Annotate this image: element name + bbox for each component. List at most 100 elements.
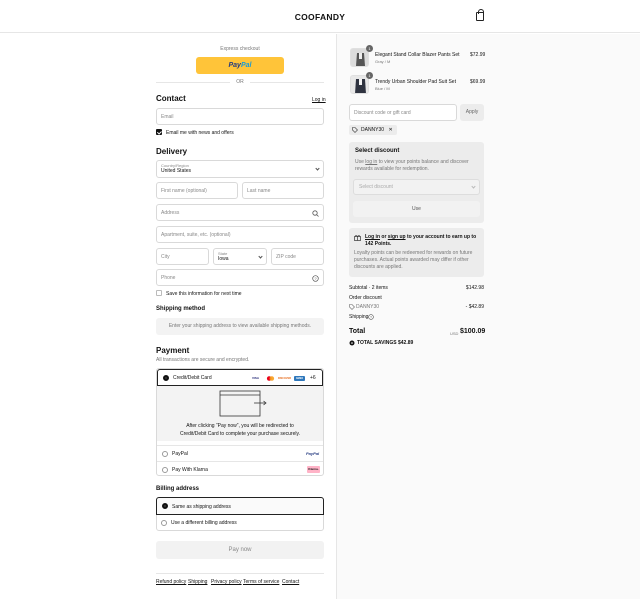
- help-icon[interactable]: ?: [312, 275, 319, 282]
- save-info-label: Save this information for next time: [166, 291, 242, 297]
- loyalty-login-link[interactable]: Log in: [365, 234, 380, 240]
- billing-different-radio[interactable]: [161, 520, 167, 526]
- discount-code-placeholder: Discount code or gift card: [354, 109, 411, 116]
- city-placeholder: City: [161, 253, 170, 260]
- footer-link-refund[interactable]: Refund policy: [156, 579, 186, 585]
- express-checkout-title: Express checkout: [220, 46, 260, 52]
- shopping-bag-icon[interactable]: [476, 9, 484, 21]
- discover-logo: DISCOVER: [278, 377, 292, 380]
- footer-link-shipping[interactable]: Shipping: [188, 579, 207, 585]
- payment-option-paypal[interactable]: PayPal PayPal: [157, 445, 323, 462]
- item-price: $69.99: [470, 79, 486, 85]
- or-divider-label: OR: [230, 79, 250, 85]
- country-value: United States: [161, 168, 192, 174]
- billing-different-option[interactable]: Use a different billing address: [157, 515, 323, 531]
- billing-title: Billing address: [156, 486, 200, 492]
- search-icon: [312, 210, 319, 217]
- total-value: $100.09: [460, 328, 486, 335]
- phone-field[interactable]: Phone ?: [156, 269, 324, 286]
- footer-link-terms[interactable]: Terms of service: [243, 579, 279, 585]
- more-cards-count: +6: [310, 375, 316, 381]
- brand-logo[interactable]: COOFANDY: [0, 12, 640, 22]
- apartment-field[interactable]: Apartment, suite, etc. (optional): [156, 226, 324, 243]
- header: COOFANDY: [0, 0, 640, 33]
- address-placeholder: Address: [161, 209, 180, 216]
- select-discount-dropdown[interactable]: Select discount: [353, 179, 480, 195]
- last-name-placeholder: Last name: [247, 187, 271, 194]
- browser-redirect-icon: [219, 390, 267, 417]
- applied-discount-code: DANNY30: [361, 127, 385, 133]
- loyalty-or: or: [381, 234, 387, 240]
- save-info-checkbox[interactable]: [156, 290, 162, 296]
- redirect-text-1: After clicking “Pay now”, you will be re…: [186, 423, 294, 429]
- order-discount-label: Order discount: [349, 295, 382, 301]
- email-placeholder: Email: [161, 113, 174, 120]
- gift-icon: [354, 235, 361, 241]
- mastercard-logo: [265, 376, 276, 381]
- login-link[interactable]: Log in: [312, 97, 326, 103]
- item-variant: Gray / M: [375, 59, 391, 64]
- savings-tag-icon: [349, 340, 355, 346]
- first-name-field[interactable]: First name (optional): [156, 182, 238, 199]
- tag-icon: [349, 304, 355, 310]
- select-discount-panel: Select discount Use log in to view your …: [349, 142, 484, 223]
- footer-link-contact[interactable]: Contact: [282, 579, 299, 585]
- zip-field[interactable]: ZIP code: [271, 248, 324, 265]
- applied-discount-chip: DANNY30 ✕: [349, 125, 397, 135]
- order-discount-value: - $42.89: [465, 304, 484, 310]
- footer-link-privacy[interactable]: Privacy policy: [211, 579, 242, 585]
- item-qty-badge: 1: [366, 45, 373, 52]
- item-variant: Blue / M: [375, 86, 390, 91]
- select-discount-login-link[interactable]: log in: [365, 159, 377, 165]
- item-name: Trendy Urban Shoulder Pad Suit Set: [375, 79, 456, 85]
- billing-same-option[interactable]: Same as shipping address: [156, 497, 324, 515]
- newsletter-label: Email me with news and offers: [166, 130, 234, 136]
- loyalty-signup-link[interactable]: sign up: [388, 234, 406, 240]
- use-discount-button[interactable]: Use: [353, 201, 480, 217]
- total-savings-label: TOTAL SAVINGS: [357, 340, 397, 346]
- total-savings-value: $42.89: [398, 340, 414, 346]
- close-icon[interactable]: ✕: [388, 127, 392, 133]
- billing-same-radio[interactable]: [162, 503, 168, 509]
- select-discount-dropdown-label: Select discount: [359, 184, 393, 190]
- city-field[interactable]: City: [156, 248, 209, 265]
- card-radio[interactable]: [163, 375, 169, 381]
- item-price: $72.99: [470, 52, 486, 58]
- paypal-express-button[interactable]: PayPal: [196, 57, 284, 74]
- billing-same-label: Same as shipping address: [172, 504, 231, 510]
- card-option-label: Credit/Debit Card: [173, 375, 212, 381]
- zip-placeholder: ZIP code: [276, 253, 296, 260]
- last-name-field[interactable]: Last name: [242, 182, 324, 199]
- country-select[interactable]: Country/Region United States: [156, 160, 324, 178]
- payment-option-card[interactable]: Credit/Debit Card VISA DISCOVER AMEX +6: [157, 369, 323, 386]
- payment-subtitle: All transactions are secure and encrypte…: [156, 357, 250, 363]
- help-icon[interactable]: ?: [368, 314, 374, 320]
- select-discount-title: Select discount: [355, 148, 400, 154]
- loyalty-note: Loyalty points can be redeemed for rewar…: [354, 250, 473, 270]
- select-discount-text: Use log in to view your points balance a…: [355, 159, 479, 173]
- subtotal-value: $142.98: [465, 285, 484, 291]
- chevron-down-icon: [471, 184, 476, 189]
- pay-now-button[interactable]: Pay now: [156, 541, 324, 559]
- klarna-logo: Klarna.: [307, 466, 320, 473]
- redirect-text-2: Credit/Debit Card to complete your purch…: [180, 431, 300, 437]
- apply-button[interactable]: Apply: [460, 104, 484, 121]
- payment-title: Payment: [156, 346, 190, 355]
- email-field[interactable]: Email: [156, 108, 324, 125]
- payment-option-klarna[interactable]: Pay With Klarna Klarna.: [157, 461, 323, 478]
- klarna-radio[interactable]: [162, 467, 168, 473]
- state-select[interactable]: State Iowa: [213, 248, 267, 265]
- paypal-option-label: PayPal: [172, 451, 188, 457]
- item-name: Elegant Stand Collar Blazer Pants Set: [375, 52, 460, 58]
- newsletter-checkbox[interactable]: [156, 129, 162, 135]
- tag-icon: [352, 127, 358, 133]
- paypal-logo: PayPal: [306, 451, 320, 456]
- paypal-radio[interactable]: [162, 451, 168, 457]
- payment-options: Credit/Debit Card VISA DISCOVER AMEX +6 …: [156, 368, 324, 476]
- select-discount-text-pre: Use: [355, 159, 364, 165]
- discount-code-input[interactable]: Discount code or gift card: [349, 104, 457, 121]
- total-currency: USD: [450, 331, 459, 336]
- address-field[interactable]: Address: [156, 204, 324, 221]
- shipping-method-placeholder: Enter your shipping address to view avai…: [156, 318, 324, 335]
- total-label: Total: [349, 328, 366, 335]
